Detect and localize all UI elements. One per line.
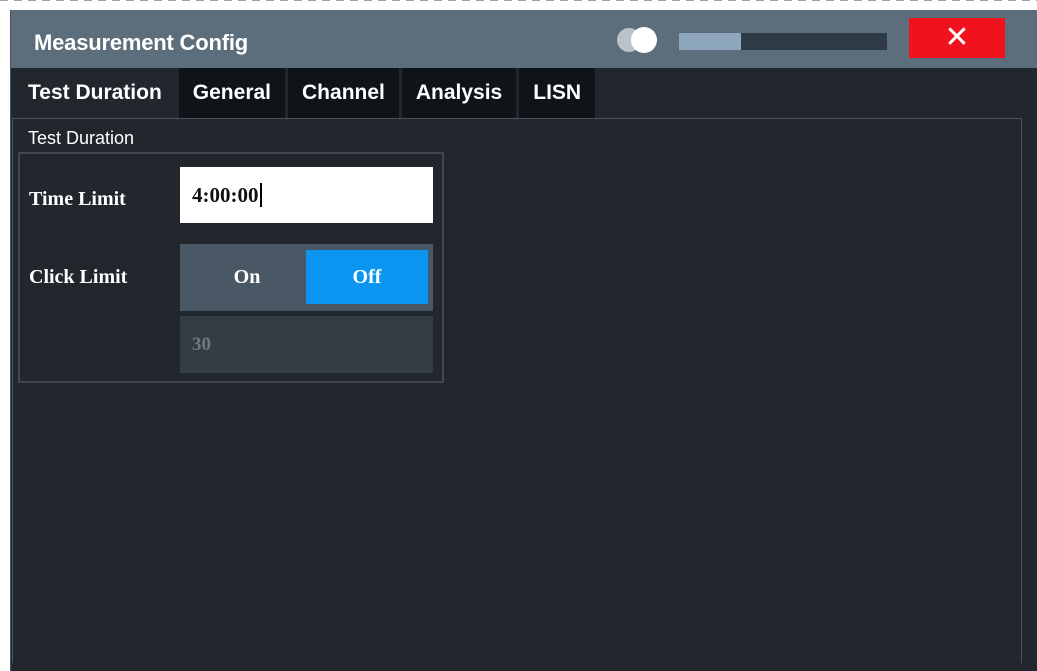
- click-limit-label: Click Limit: [29, 266, 128, 288]
- close-button[interactable]: ✕: [909, 18, 1005, 58]
- group-label-test-duration: Test Duration: [28, 128, 135, 148]
- transparency-slider[interactable]: [679, 33, 887, 50]
- click-limit-off-button[interactable]: Off: [306, 250, 428, 304]
- click-limit-switch: On Off: [180, 244, 433, 311]
- time-limit-value: 4:00:00: [192, 182, 259, 207]
- click-limit-value-input[interactable]: 30: [180, 316, 433, 373]
- tab-test-duration[interactable]: Test Duration: [12, 68, 176, 118]
- text-caret: [259, 183, 262, 207]
- slider-fill: [679, 33, 742, 50]
- toggle-icon[interactable]: [617, 27, 661, 53]
- tab-bar: Test Duration General Channel Analysis L…: [12, 68, 598, 118]
- title-bar[interactable]: Measurement Config ✕: [11, 10, 1037, 68]
- tab-lisn[interactable]: LISN: [519, 68, 596, 118]
- click-limit-value: 30: [192, 333, 211, 355]
- time-limit-label: Time Limit: [29, 188, 126, 210]
- dialog-title: Measurement Config: [34, 30, 248, 55]
- tab-general[interactable]: General: [178, 68, 286, 118]
- close-icon: ✕: [944, 21, 970, 54]
- tab-analysis[interactable]: Analysis: [401, 68, 517, 118]
- top-dashed-border: [0, 0, 1037, 1]
- tab-channel[interactable]: Channel: [288, 68, 399, 118]
- time-limit-input[interactable]: 4:00:00: [180, 167, 433, 223]
- click-limit-on-button[interactable]: On: [186, 250, 308, 304]
